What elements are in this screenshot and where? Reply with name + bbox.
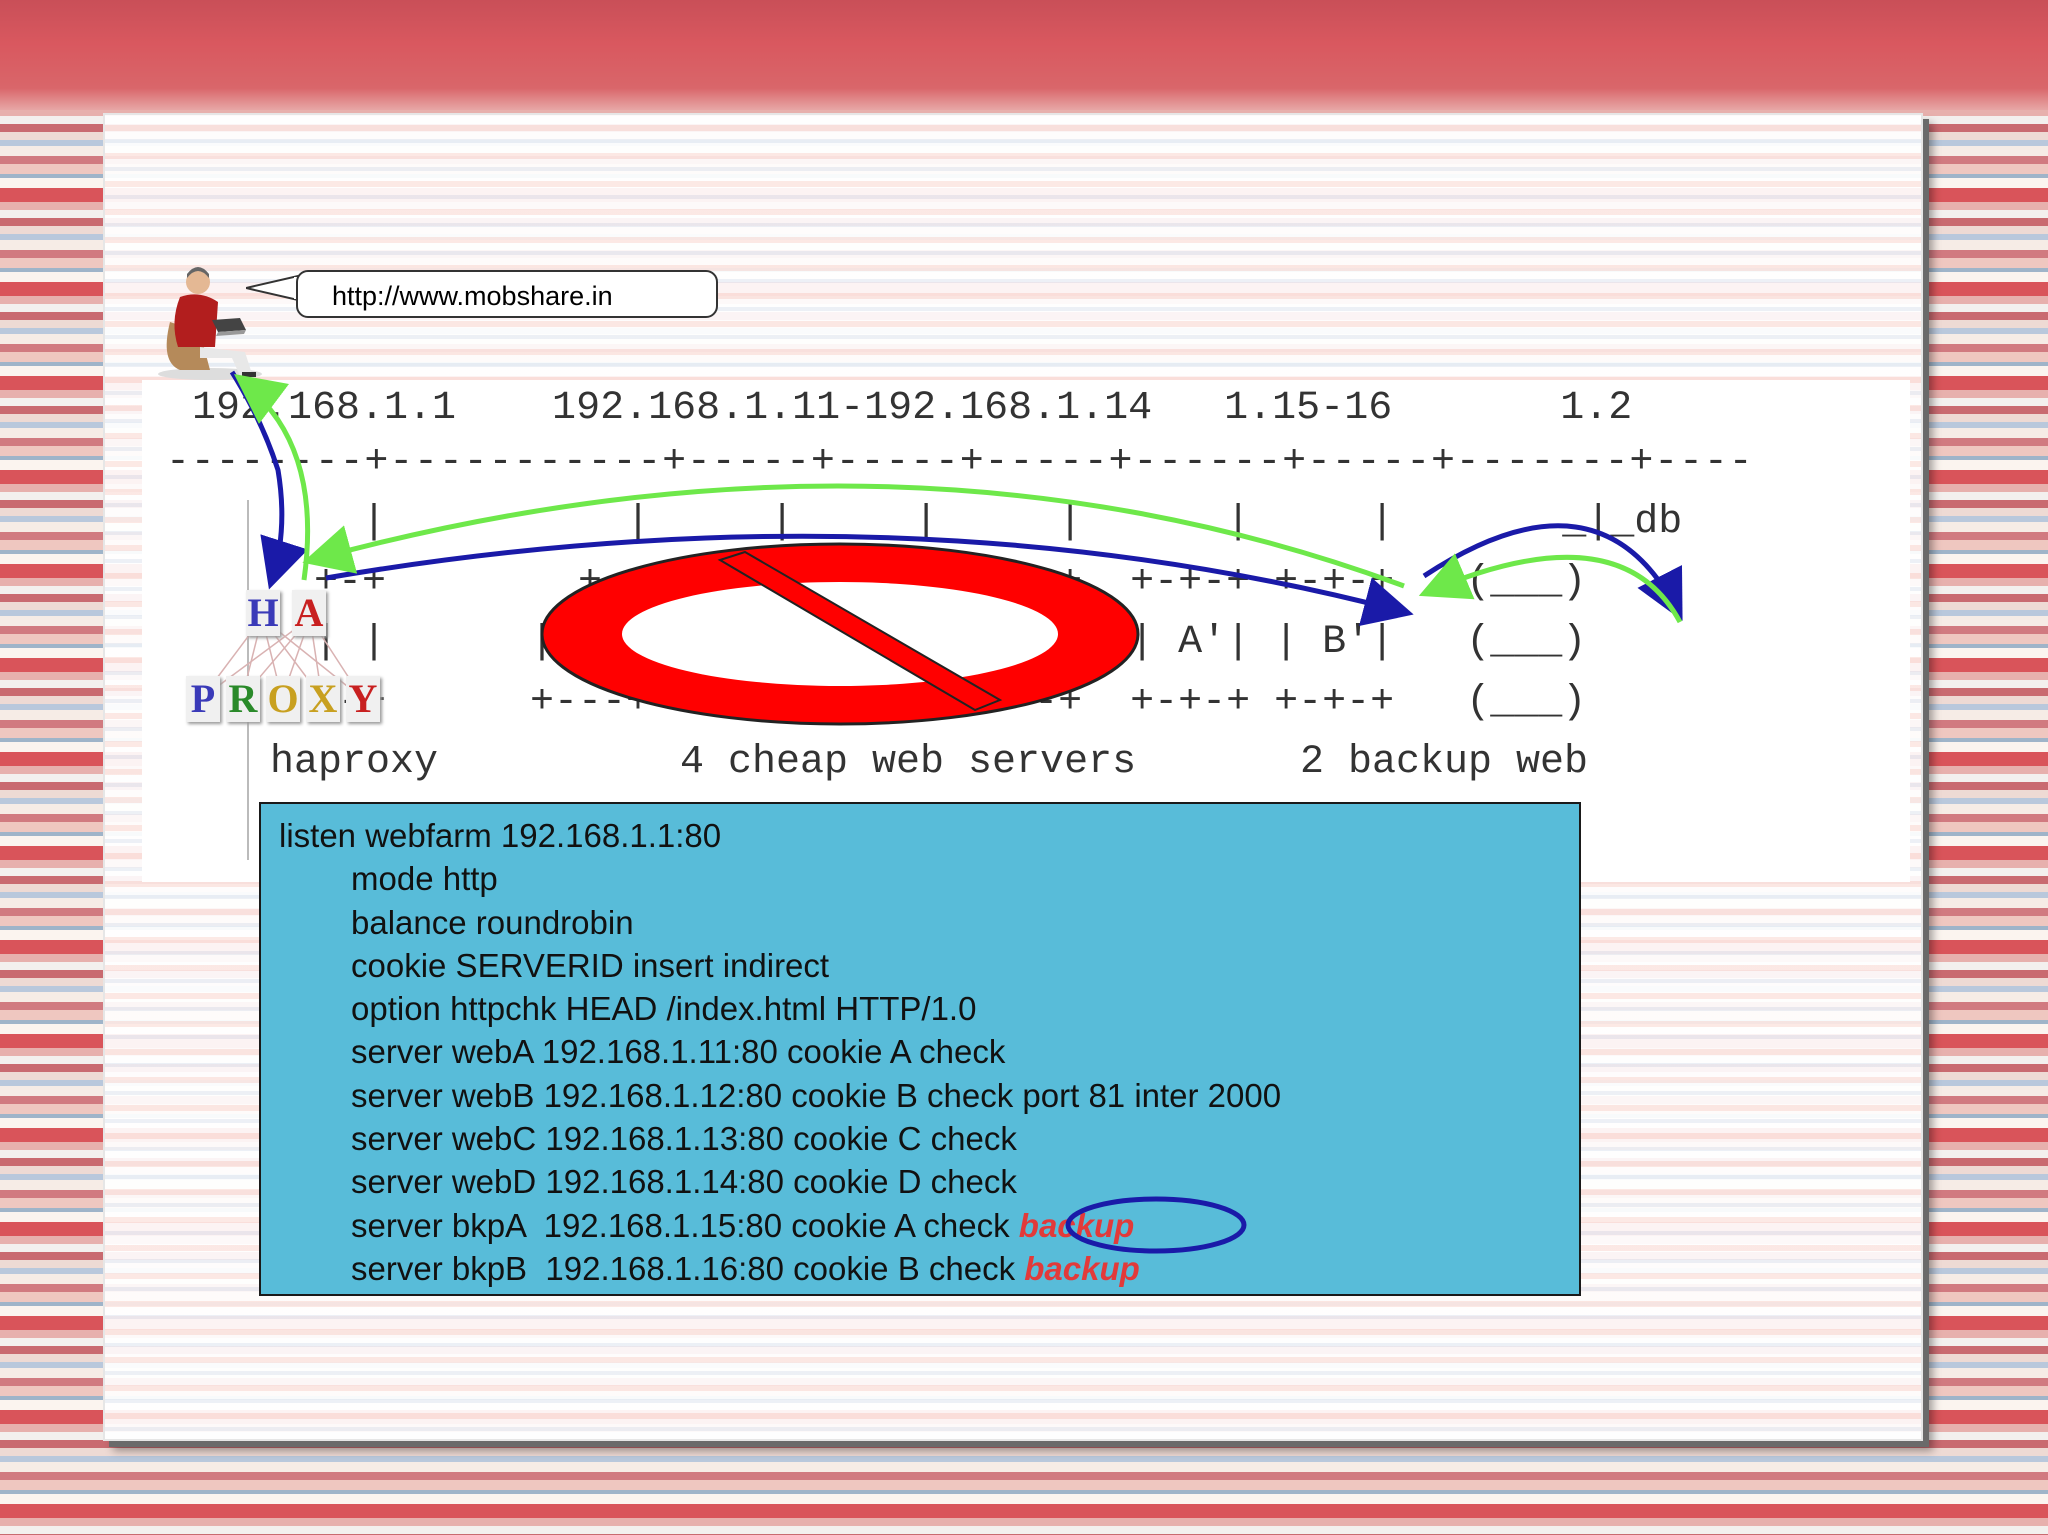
pipes-row: | | | | | | | _|_db — [266, 500, 1683, 545]
background-top-band — [0, 0, 2048, 110]
person-laptop-icon — [158, 267, 262, 380]
url-text: http://www.mobshare.in — [332, 281, 613, 311]
logo-letter-p: P — [186, 676, 220, 722]
box-mid-row: | | | A | | B | | C | | D | | A'| | B'| … — [266, 620, 1587, 665]
config-line-server-webb: server webB 192.168.1.12:80 cookie B che… — [351, 1076, 1282, 1114]
config-line-server-webc: server webC 192.168.1.13:80 cookie C che… — [351, 1120, 1017, 1158]
config-line-httpchk: option httpchk HEAD /index.html HTTP/1.0 — [351, 990, 977, 1028]
bubble-tail — [246, 274, 302, 302]
bkpb-text: server bkpB 192.168.1.16:80 cookie B che… — [351, 1249, 1016, 1287]
logo-letter-h: H — [246, 590, 280, 636]
config-line-balance: balance roundrobin — [351, 903, 634, 941]
label-haproxy: haproxy — [270, 740, 439, 785]
logo-letter-r: R — [226, 676, 260, 722]
network-line: --------+-----------+-----+-----+-----+-… — [166, 440, 1754, 485]
config-line-listen: listen webfarm 192.168.1.1:80 — [279, 817, 722, 854]
logo-letter-a: A — [292, 590, 326, 636]
box-top-row: +-+ +-+-+ +-+ +-+-+ +-+-+ +-+-+ +-+-+ (_… — [266, 560, 1587, 605]
label-backup-web: 2 backup web — [1300, 740, 1589, 785]
logo-letter-y: Y — [346, 676, 380, 722]
label-web-servers: 4 cheap web servers — [680, 740, 1137, 785]
logo-letter-o: O — [266, 676, 300, 722]
config-line-server-bkpb: server bkpB 192.168.1.16:80 cookie B che… — [279, 1247, 1579, 1290]
config-line-mode: mode http — [351, 860, 498, 898]
backup-keyword-a: backup — [1018, 1206, 1135, 1244]
config-line-server-webd: server webD 192.168.1.14:80 cookie D che… — [351, 1163, 1017, 1201]
config-line-cookie: cookie SERVERID insert indirect — [351, 946, 830, 984]
box-bot-row: +-+ +---+ +---+ +---+ +---+ +-+-+ +-+-+ … — [266, 680, 1587, 725]
ip-row: 192.168.1.1 192.168.1.11-192.168.1.14 1.… — [192, 386, 1633, 431]
url-speech-bubble: http://www.mobshare.in — [296, 270, 718, 318]
logo-letter-x: X — [306, 676, 340, 722]
haproxy-logo: H A P R O X Y — [180, 580, 410, 730]
config-line-server-bkpa: server bkpA 192.168.1.15:80 cookie A che… — [279, 1204, 1579, 1247]
backup-keyword-b: backup — [1024, 1249, 1140, 1287]
haproxy-config-box: listen webfarm 192.168.1.1:80 mode http … — [259, 802, 1581, 1296]
config-line-server-weba: server webA 192.168.1.11:80 cookie A che… — [351, 1033, 1006, 1071]
bkpa-text: server bkpA 192.168.1.15:80 cookie A che… — [351, 1206, 1010, 1244]
